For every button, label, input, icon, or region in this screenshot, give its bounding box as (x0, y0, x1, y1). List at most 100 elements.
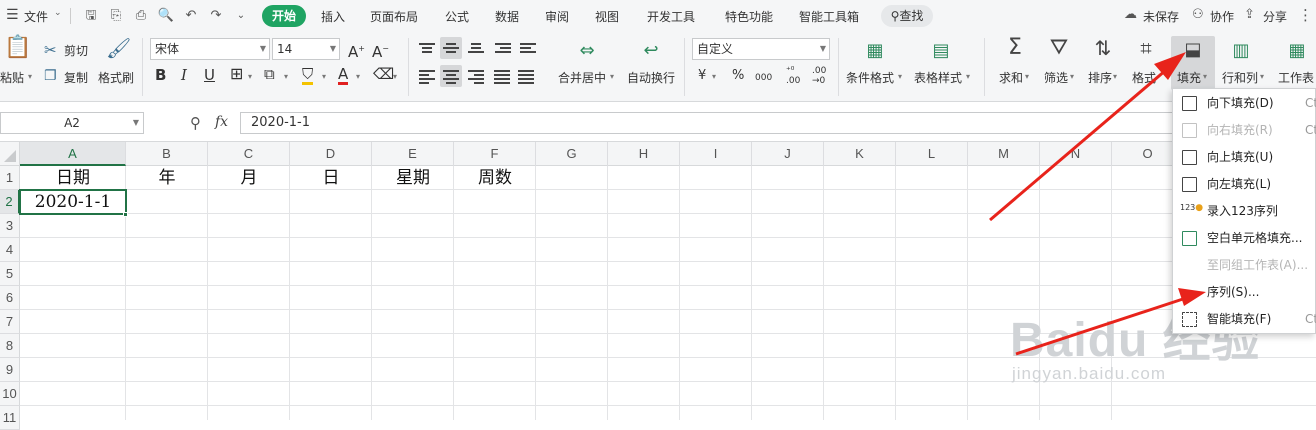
align-top-icon[interactable] (419, 43, 435, 57)
currency-button[interactable]: ¥ (698, 67, 706, 85)
scissors-icon[interactable]: ✂ (44, 40, 57, 60)
menu-item-enter-123-sequence[interactable]: 123● 录入123序列 (1173, 198, 1316, 225)
format-button[interactable]: 格式 (1132, 69, 1156, 86)
chevron-down-icon[interactable]: ▾ (1203, 72, 1207, 81)
tab-home[interactable]: 开始 (262, 5, 306, 27)
filter-button[interactable]: 筛选 (1044, 69, 1068, 86)
cell-a2[interactable]: 2020-1-1 (19, 189, 127, 215)
align-middle-icon[interactable] (443, 43, 459, 57)
tab-developer[interactable]: 开发工具 (647, 8, 695, 25)
menu-item-fill-down[interactable]: 向下填充(D) Ct (1173, 90, 1316, 117)
chevron-down-icon[interactable]: ▾ (322, 72, 326, 81)
filter-icon[interactable]: ⛛ (1046, 37, 1072, 59)
font-name-select[interactable]: 宋体 ▼ (150, 38, 270, 60)
cell-a1[interactable]: 日期 (20, 166, 126, 190)
tab-review[interactable]: 审阅 (545, 8, 569, 25)
worksheet-icon[interactable]: ▦ (1284, 40, 1310, 62)
column-header[interactable]: C (208, 142, 290, 166)
underline-button[interactable]: U (204, 66, 215, 84)
chevron-down-icon[interactable]: ▾ (248, 72, 252, 81)
merge-format-icon[interactable]: ⧉ (264, 65, 275, 83)
number-format-select[interactable]: 自定义 ▼ (692, 38, 830, 60)
chevron-down-icon[interactable]: ▾ (898, 72, 902, 81)
fill-color-icon[interactable]: ⛉ (302, 65, 314, 85)
column-header[interactable]: F (454, 142, 536, 166)
row-header[interactable]: 8 (0, 334, 20, 358)
borders-icon[interactable]: ⊞ (230, 65, 243, 83)
chevron-down-icon[interactable]: ▾ (1260, 72, 1264, 81)
share-button[interactable]: 分享 (1263, 8, 1287, 25)
row-header[interactable]: 5 (0, 262, 20, 286)
chevron-down-icon[interactable]: ⌄ (54, 8, 62, 18)
paste-button[interactable]: 粘贴 (0, 69, 24, 86)
increase-decimal-icon[interactable]: ⁺⁰ .00 (786, 66, 800, 86)
fx-icon[interactable]: fx (215, 114, 228, 130)
chevron-down-icon[interactable]: ▾ (1070, 72, 1074, 81)
column-header[interactable]: K (824, 142, 896, 166)
redo-icon[interactable]: ↷ (207, 7, 225, 25)
row-header[interactable]: 1 (0, 166, 20, 190)
print-preview-icon[interactable]: 🔍 (157, 7, 175, 25)
conditional-format-button[interactable]: 条件格式 (846, 69, 894, 86)
row-col-icon[interactable]: ▥ (1228, 40, 1254, 62)
column-header[interactable]: M (968, 142, 1040, 166)
chevron-down-icon[interactable]: ▾ (610, 72, 614, 81)
cut-button[interactable]: 剪切 (64, 42, 88, 59)
align-right-icon[interactable] (468, 70, 484, 84)
thousands-button[interactable]: 000 (755, 69, 772, 87)
column-header[interactable]: J (752, 142, 824, 166)
column-header[interactable]: D (290, 142, 372, 166)
menu-item-fill-left[interactable]: 向左填充(L) (1173, 171, 1316, 198)
merge-center-button[interactable]: 合并居中 (558, 69, 606, 86)
tab-formulas[interactable]: 公式 (445, 8, 469, 25)
align-center-icon[interactable] (443, 70, 459, 84)
fill-down-icon[interactable]: ⬓ (1180, 40, 1206, 60)
menu-item-blank-cell-fill[interactable]: 空白单元格填充... (1173, 225, 1316, 252)
chevron-down-icon[interactable]: ▾ (1025, 72, 1029, 81)
unsaved-status[interactable]: 未保存 (1143, 8, 1179, 25)
sum-button[interactable]: 求和 (999, 69, 1023, 86)
more-icon[interactable]: ⋮ (1298, 6, 1313, 24)
row-header[interactable]: 3 (0, 214, 20, 238)
column-header[interactable]: A (20, 142, 126, 166)
wrap-text-icon[interactable]: ↩ (638, 40, 664, 62)
worksheet-button[interactable]: 工作表 (1278, 69, 1314, 86)
tab-insert[interactable]: 插入 (321, 8, 345, 25)
cell-d1[interactable]: 日 (290, 166, 372, 190)
formula-input[interactable]: 2020-1-1 (240, 112, 1316, 134)
copy-button[interactable]: 复制 (64, 69, 88, 86)
distributed-icon[interactable] (518, 70, 534, 84)
decrease-indent-icon[interactable] (495, 43, 511, 57)
paste-icon[interactable]: 📋 (4, 37, 31, 59)
print-icon[interactable]: ⎙ (132, 7, 150, 25)
justify-icon[interactable] (494, 70, 510, 84)
font-color-button[interactable]: A (338, 65, 349, 85)
font-size-select[interactable]: 14 ▼ (272, 38, 340, 60)
fill-handle[interactable] (123, 212, 128, 217)
cell-b1[interactable]: 年 (126, 166, 208, 190)
column-header[interactable]: E (372, 142, 454, 166)
chevron-down-icon[interactable]: ▾ (28, 72, 32, 81)
tab-view[interactable]: 视图 (595, 8, 619, 25)
clear-format-icon[interactable]: ⌫ (373, 65, 394, 83)
increase-font-icon[interactable]: A+ (348, 40, 365, 61)
menu-item-series[interactable]: 序列(S)... (1173, 279, 1316, 306)
row-header[interactable]: 9 (0, 358, 20, 382)
row-header[interactable]: 11 (0, 406, 20, 430)
row-header[interactable]: 6 (0, 286, 20, 310)
export-pdf-icon[interactable]: ⎘ (107, 7, 125, 25)
conditional-format-icon[interactable]: ▦ (862, 40, 888, 62)
fill-button[interactable]: 填充 (1177, 69, 1201, 86)
zoom-icon[interactable]: ⚲ (190, 114, 201, 132)
format-painter-icon[interactable]: 🖌 (106, 38, 131, 58)
increase-indent-icon[interactable] (520, 43, 536, 57)
sort-button[interactable]: 排序 (1088, 69, 1112, 86)
sort-icon[interactable]: ⇅ (1090, 38, 1116, 58)
cell-f1[interactable]: 周数 (454, 166, 536, 190)
tab-page-layout[interactable]: 页面布局 (370, 8, 418, 25)
cell-e1[interactable]: 星期 (372, 166, 454, 190)
decrease-font-icon[interactable]: A− (372, 40, 389, 61)
percent-button[interactable]: % (732, 67, 744, 85)
sum-icon[interactable]: Σ (1002, 37, 1028, 59)
copy-icon[interactable]: ❐ (44, 66, 57, 86)
